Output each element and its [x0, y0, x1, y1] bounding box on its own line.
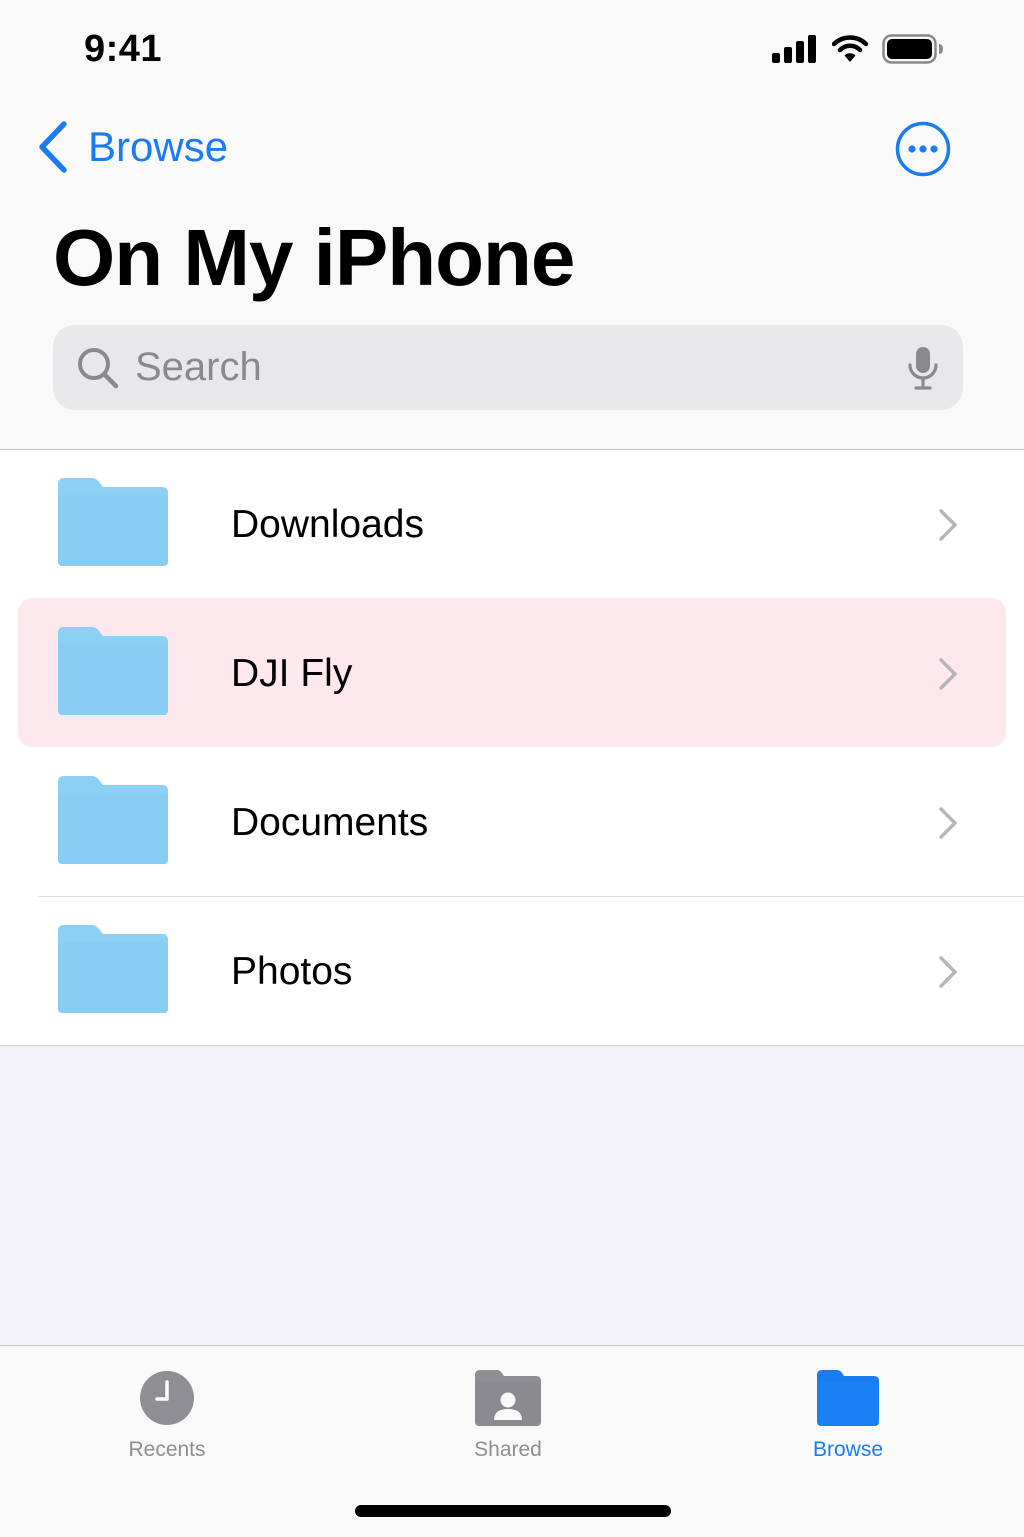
folder-icon — [817, 1370, 879, 1426]
folder-icon — [58, 627, 168, 715]
status-icons — [772, 34, 944, 64]
folder-row-photos[interactable]: Photos — [0, 897, 1024, 1046]
folder-row-documents[interactable]: Documents — [0, 748, 1024, 897]
cellular-signal-icon — [772, 35, 816, 63]
tab-browse[interactable]: Browse — [768, 1370, 928, 1462]
chevron-left-icon — [39, 121, 67, 173]
folder-name: Documents — [231, 800, 429, 844]
header: 9:41 Browse On My iPhone Search — [0, 0, 1024, 450]
back-label: Browse — [88, 123, 229, 170]
status-time: 9:41 — [84, 28, 163, 70]
folder-icon — [58, 925, 168, 1013]
tab-label: Shared — [474, 1438, 542, 1461]
folder-row-dji-fly[interactable]: DJI Fly — [0, 599, 1024, 748]
folder-list: Downloads DJI Fly Documents Photos — [0, 450, 1024, 1046]
clock-icon — [140, 1371, 194, 1425]
chevron-right-icon — [939, 955, 957, 988]
shared-folder-icon — [475, 1370, 541, 1426]
ellipsis-circle-icon — [895, 121, 951, 177]
folder-icon — [58, 776, 168, 864]
wifi-icon — [832, 35, 868, 62]
tab-label: Recents — [128, 1438, 206, 1461]
magnifying-glass-icon — [78, 347, 119, 388]
microphone-icon[interactable] — [907, 345, 939, 391]
folder-name: Photos — [231, 949, 353, 993]
chevron-right-icon — [939, 657, 957, 690]
search-placeholder: Search — [135, 345, 262, 389]
battery-icon — [882, 34, 943, 64]
chevron-right-icon — [939, 508, 957, 541]
folder-name: DJI Fly — [231, 651, 353, 695]
search-field[interactable]: Search — [53, 325, 963, 410]
tab-label: Browse — [812, 1438, 884, 1461]
tab-shared[interactable]: Shared — [428, 1370, 588, 1462]
folder-row-downloads[interactable]: Downloads — [0, 450, 1024, 599]
back-button[interactable]: Browse — [36, 120, 228, 174]
tab-recents[interactable]: Recents — [87, 1370, 247, 1462]
page-title: On My iPhone — [53, 213, 575, 302]
chevron-right-icon — [939, 806, 957, 839]
folder-icon — [58, 478, 168, 566]
folder-name: Downloads — [231, 502, 424, 546]
more-options-button[interactable] — [895, 121, 951, 177]
home-indicator — [355, 1505, 671, 1517]
